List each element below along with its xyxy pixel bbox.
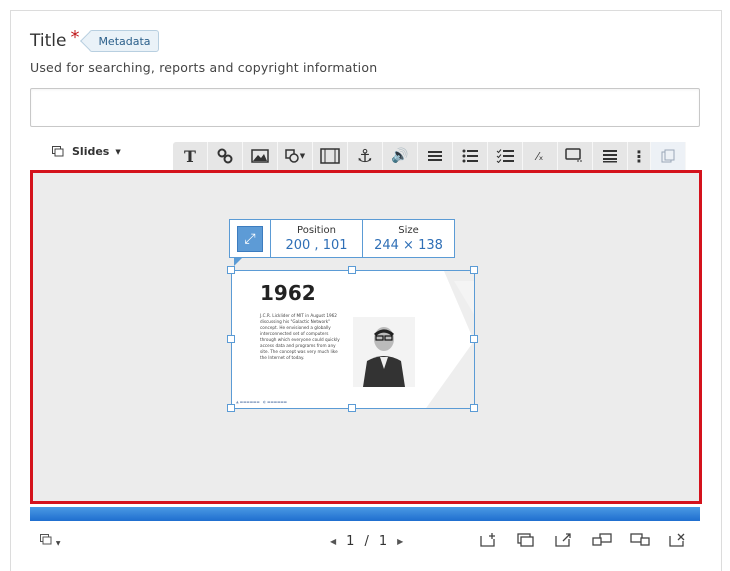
paste-icon bbox=[661, 149, 675, 163]
shape-button[interactable]: ▼ bbox=[278, 142, 313, 170]
text-icon: T bbox=[184, 146, 196, 166]
chevron-down-icon: ▼ bbox=[55, 540, 61, 547]
audio-button[interactable]: 🔊 bbox=[383, 142, 418, 170]
helper-text: Used for searching, reports and copyrigh… bbox=[30, 60, 378, 75]
bullet-list-icon bbox=[462, 149, 478, 163]
move-slide-left-button[interactable] bbox=[590, 530, 614, 550]
expand-icon: ⤢ bbox=[237, 225, 263, 252]
checklist-icon bbox=[496, 149, 514, 163]
link-icon bbox=[217, 148, 233, 164]
move-right-icon bbox=[630, 533, 650, 546]
more-icon: ⋮ bbox=[631, 146, 647, 166]
slides-label: Slides bbox=[72, 145, 110, 158]
slide-footer-bar: ▼ ◀ 1 / 1 ▶ bbox=[30, 526, 700, 556]
resize-handle-middle-right[interactable] bbox=[470, 335, 478, 343]
position-readout: Position 200 , 101 bbox=[271, 220, 363, 257]
resize-handle-bottom-left[interactable] bbox=[227, 404, 235, 412]
required-indicator: * bbox=[70, 26, 80, 48]
previous-slide-button[interactable]: ◀ bbox=[330, 537, 336, 546]
checklist-button[interactable] bbox=[488, 142, 523, 170]
audio-icon: 🔊 bbox=[391, 148, 409, 164]
more-button[interactable]: ⋮ bbox=[628, 142, 651, 170]
image-icon bbox=[251, 149, 269, 163]
slide-body-text: J.C.R. Licklider of MIT in August 1962 d… bbox=[260, 313, 340, 360]
tooltip-button[interactable] bbox=[558, 142, 593, 170]
selection-info-popup: ⤢ Position 200 , 101 Size 244 × 138 bbox=[229, 219, 455, 266]
next-slide-button[interactable]: ▶ bbox=[397, 537, 403, 546]
paste-button[interactable] bbox=[651, 142, 686, 170]
add-slide-icon bbox=[480, 533, 495, 547]
size-value: 244 × 138 bbox=[374, 237, 443, 253]
position-label: Position bbox=[297, 224, 336, 236]
move-left-icon bbox=[592, 533, 612, 546]
resize-handle-middle-left[interactable] bbox=[227, 335, 235, 343]
tooltip-icon bbox=[565, 148, 583, 162]
slides-icon bbox=[52, 146, 64, 157]
chevron-down-icon: ▼ bbox=[299, 152, 306, 160]
pager-separator: / bbox=[364, 534, 369, 549]
add-slide-button[interactable] bbox=[476, 530, 500, 550]
image-button[interactable] bbox=[243, 142, 278, 170]
size-readout: Size 244 × 138 bbox=[363, 220, 454, 257]
size-label: Size bbox=[398, 224, 419, 236]
duplicate-icon bbox=[517, 533, 534, 547]
slide-year-heading: 1962 bbox=[260, 281, 316, 305]
resize-handle-top-right[interactable] bbox=[470, 266, 478, 274]
anchor-button[interactable]: ⚓ bbox=[348, 142, 383, 170]
link-button[interactable] bbox=[208, 142, 243, 170]
slide-actions bbox=[476, 530, 690, 550]
text-button[interactable]: T bbox=[173, 142, 208, 170]
current-slide-number: 1 bbox=[346, 534, 355, 549]
slide-progress-bar bbox=[30, 507, 700, 521]
title-input[interactable] bbox=[30, 88, 700, 127]
math-button[interactable]: ⁄ₓ bbox=[523, 142, 558, 170]
import-slide-button[interactable] bbox=[552, 530, 576, 550]
import-icon bbox=[555, 533, 571, 547]
move-slide-right-button[interactable] bbox=[628, 530, 652, 550]
editor-toolbar: T ▼ ⚓ 🔊 ⁄ₓ ⋮ bbox=[173, 142, 686, 170]
resize-handle-bottom-right[interactable] bbox=[470, 404, 478, 412]
resize-handle-top-left[interactable] bbox=[227, 266, 235, 274]
metadata-tag[interactable]: Metadata bbox=[89, 30, 159, 52]
title-label: Title bbox=[30, 31, 67, 51]
total-slides-number: 1 bbox=[378, 534, 388, 549]
position-value: 200 , 101 bbox=[285, 237, 348, 253]
selected-slide-element[interactable]: 1962 J.C.R. Licklider of MIT in August 1… bbox=[231, 270, 475, 409]
math-icon: ⁄ₓ bbox=[536, 149, 544, 163]
chevron-down-icon: ▼ bbox=[115, 147, 121, 156]
delete-slide-icon bbox=[669, 533, 685, 547]
title-field-label-row: Title * Metadata bbox=[30, 26, 159, 54]
duplicate-slide-button[interactable] bbox=[514, 530, 538, 550]
anchor-icon: ⚓ bbox=[356, 145, 374, 167]
delete-slide-button[interactable] bbox=[666, 530, 690, 550]
portrait-image bbox=[353, 317, 415, 387]
slides-dropdown-button[interactable]: Slides ▼ bbox=[52, 145, 121, 158]
video-button[interactable] bbox=[313, 142, 348, 170]
fit-button[interactable]: ⤢ bbox=[230, 220, 271, 257]
slide-view-dropdown[interactable]: ▼ bbox=[40, 534, 60, 548]
video-icon bbox=[320, 148, 340, 164]
resize-handle-bottom-center[interactable] bbox=[348, 404, 356, 412]
slides-icon bbox=[40, 534, 52, 545]
list-button[interactable] bbox=[593, 142, 628, 170]
table-icon bbox=[428, 151, 442, 161]
shape-icon bbox=[285, 149, 299, 163]
slide-pager: ◀ 1 / 1 ▶ bbox=[330, 534, 403, 549]
table-button[interactable] bbox=[418, 142, 453, 170]
slide-footer-logos: ▲ ▬▬▬▬▬▬ ◐ ▬▬▬▬▬▬ bbox=[236, 400, 287, 404]
resize-handle-top-center[interactable] bbox=[348, 266, 356, 274]
bullet-list-button[interactable] bbox=[453, 142, 488, 170]
list-icon bbox=[603, 150, 617, 163]
